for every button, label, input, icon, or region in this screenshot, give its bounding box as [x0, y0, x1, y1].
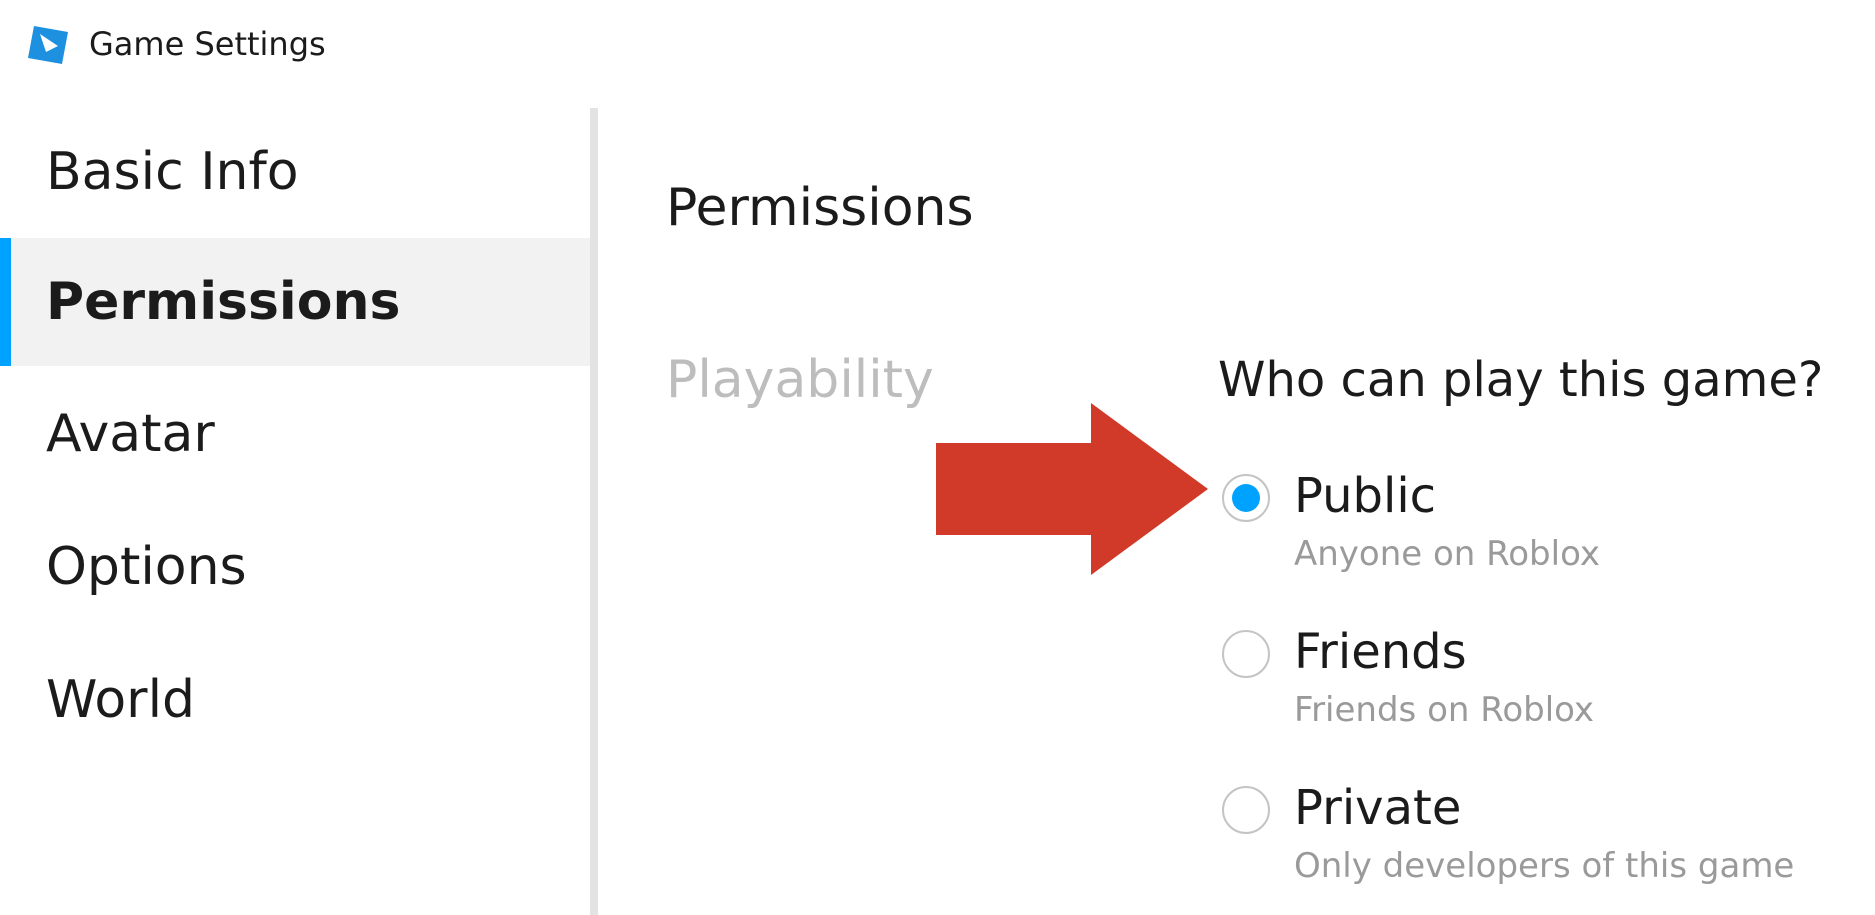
radio-button-friends[interactable]: [1222, 630, 1270, 678]
option-description: Only developers of this game: [1294, 846, 1795, 886]
sidebar-item-permissions[interactable]: Permissions: [0, 238, 590, 366]
page-title: Permissions: [666, 178, 974, 238]
title-bar: Game Settings: [0, 0, 1875, 90]
sidebar-item-label: Avatar: [46, 404, 215, 464]
sidebar-item-avatar[interactable]: Avatar: [0, 370, 590, 498]
option-label: Public: [1294, 468, 1437, 524]
game-settings-window: Game Settings Basic Info Permissions Ava…: [0, 0, 1875, 915]
sidebar-item-label: Permissions: [46, 272, 401, 332]
window-title: Game Settings: [89, 25, 326, 63]
radio-option-private[interactable]: Private Only developers of this game: [1222, 764, 1862, 894]
playability-label: Playability: [666, 350, 934, 410]
option-description: Friends on Roblox: [1294, 690, 1595, 730]
option-label: Friends: [1294, 624, 1467, 680]
roblox-studio-icon: [28, 26, 68, 64]
sidebar-item-world[interactable]: World: [0, 636, 590, 764]
settings-sidebar: Basic Info Permissions Avatar Options Wo…: [0, 108, 590, 915]
radio-button-private[interactable]: [1222, 786, 1270, 834]
sidebar-divider[interactable]: [590, 108, 598, 915]
active-indicator: [0, 238, 11, 366]
sidebar-item-label: Options: [46, 537, 247, 597]
radio-option-friends[interactable]: Friends Friends on Roblox: [1222, 608, 1862, 738]
arrow-right-icon: [936, 403, 1208, 575]
option-description: Anyone on Roblox: [1294, 534, 1600, 574]
sidebar-item-label: Basic Info: [46, 142, 299, 202]
radio-selected-dot: [1232, 484, 1260, 512]
settings-content: Permissions Playability Who can play thi…: [598, 108, 1875, 915]
sidebar-item-basic-info[interactable]: Basic Info: [0, 108, 590, 236]
radio-option-public[interactable]: Public Anyone on Roblox: [1222, 452, 1862, 582]
sidebar-item-options[interactable]: Options: [0, 503, 590, 631]
sidebar-item-label: World: [46, 670, 196, 730]
playability-question: Who can play this game?: [1218, 352, 1824, 408]
radio-button-public[interactable]: [1222, 474, 1270, 522]
option-label: Private: [1294, 780, 1462, 836]
